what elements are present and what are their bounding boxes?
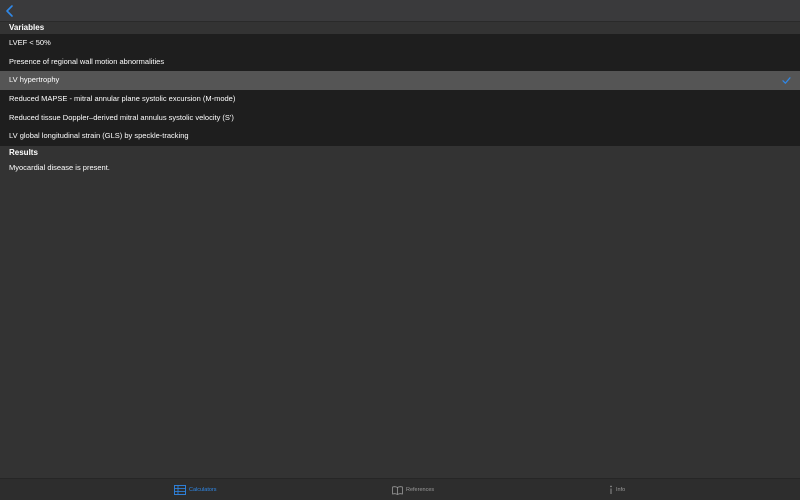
variable-label: Presence of regional wall motion abnorma…: [9, 56, 165, 66]
variable-row-gls[interactable]: LV global longitudinal strain (GLS) by s…: [0, 127, 800, 147]
navigation-bar: [0, 0, 800, 22]
chevron-left-icon: [6, 5, 13, 17]
app-window: Variables LVEF < 50% Presence of regiona…: [0, 0, 800, 500]
results-section-header: Results: [0, 147, 800, 159]
tab-info[interactable]: Info: [609, 479, 625, 500]
variable-row-tissue-doppler[interactable]: Reduced tissue Doppler–derived mitral an…: [0, 108, 800, 128]
tab-label: References: [406, 487, 435, 493]
results-row: Myocardial disease is present.: [0, 159, 800, 177]
variable-label: Reduced MAPSE - mitral annular plane sys…: [9, 94, 236, 104]
tab-bar: Calculators References Info: [0, 478, 800, 500]
variable-row-mapse[interactable]: Reduced MAPSE - mitral annular plane sys…: [0, 90, 800, 109]
results-text: Myocardial disease is present.: [9, 163, 110, 172]
results-section-title: Results: [9, 148, 38, 157]
variable-row-lvef[interactable]: LVEF < 50%: [0, 34, 800, 53]
calculator-table-icon: [174, 485, 186, 495]
variable-label: LV global longitudinal strain (GLS) by s…: [9, 131, 189, 141]
back-button[interactable]: [3, 3, 17, 19]
checkmark-icon: [782, 77, 791, 85]
tab-label: Calculators: [189, 487, 217, 493]
tab-calculators[interactable]: Calculators: [174, 479, 217, 500]
variable-label: LVEF < 50%: [9, 38, 51, 47]
variable-row-lv-hypertrophy[interactable]: LV hypertrophy: [0, 71, 800, 91]
info-icon: [610, 485, 612, 494]
variables-section-header: Variables: [0, 22, 800, 34]
variable-row-wall-motion[interactable]: Presence of regional wall motion abnorma…: [0, 52, 800, 72]
variables-list: LVEF < 50% Presence of regional wall mot…: [0, 34, 800, 147]
variables-section-title: Variables: [9, 23, 45, 32]
book-icon: [392, 485, 403, 495]
variable-label: LV hypertrophy: [9, 75, 60, 85]
tab-references[interactable]: References: [392, 479, 434, 500]
variable-label: Reduced tissue Doppler–derived mitral an…: [9, 112, 234, 122]
tab-label: Info: [616, 487, 626, 493]
